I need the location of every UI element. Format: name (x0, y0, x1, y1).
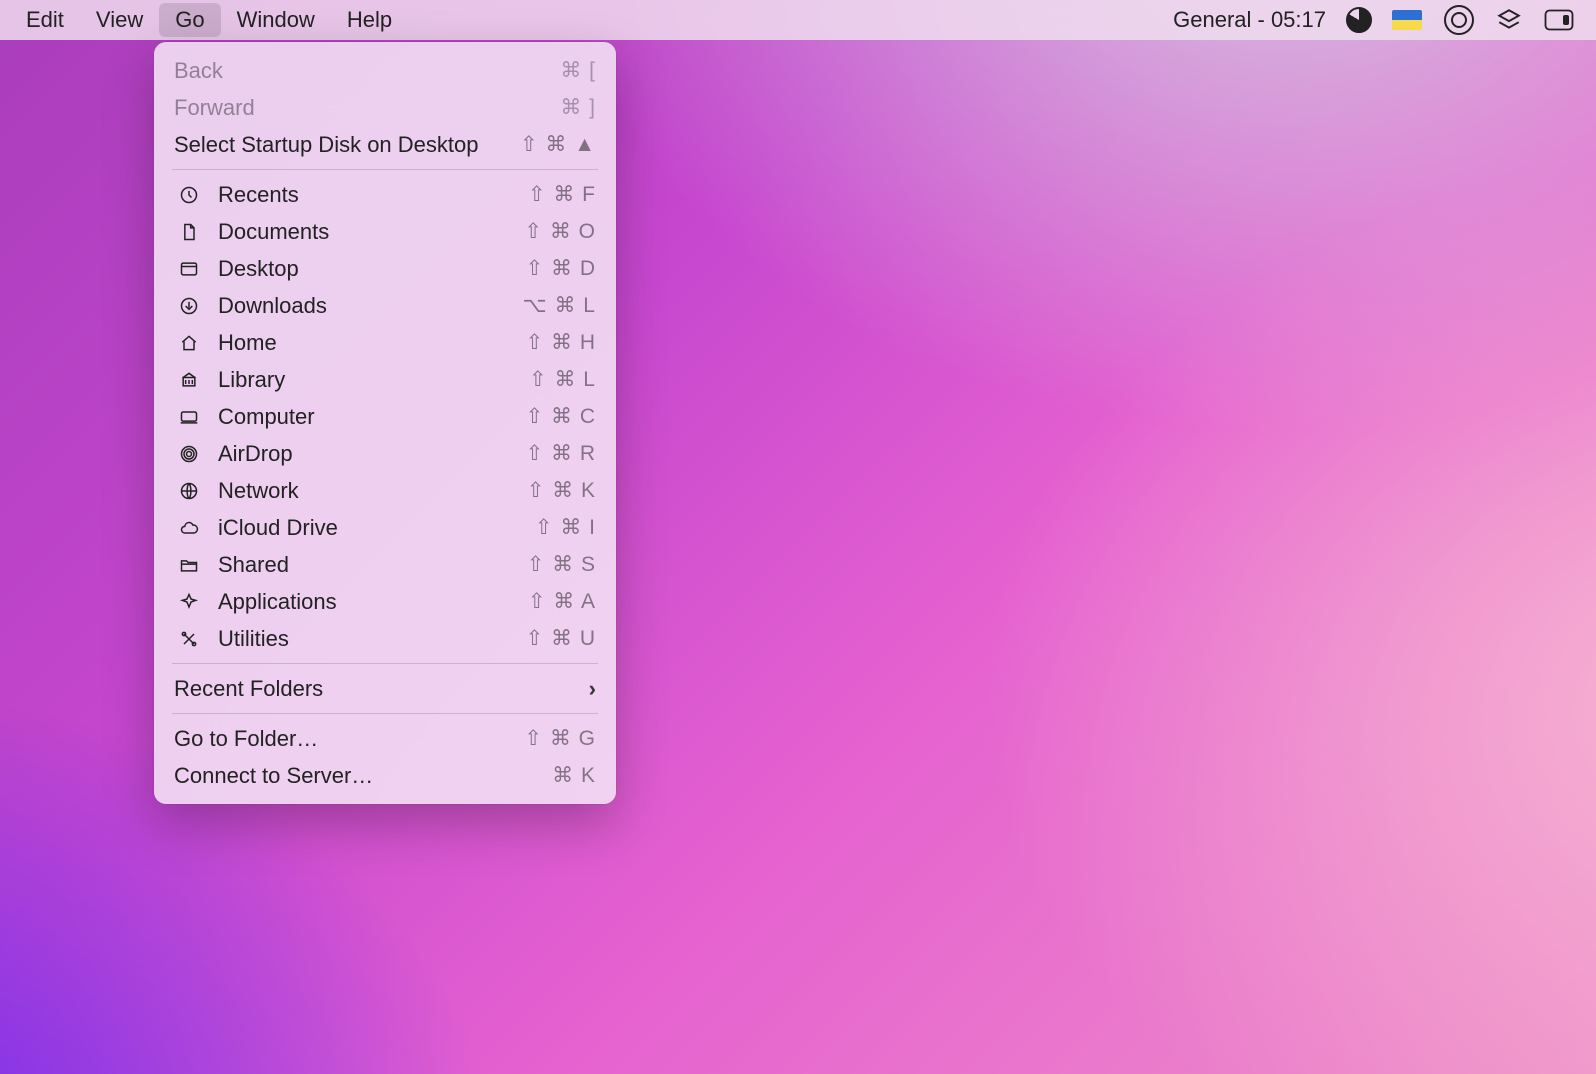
menu-item-network[interactable]: Network ⇧ ⌘ K (154, 472, 616, 509)
menu-item-connect-server[interactable]: Connect to Server… ⌘ K (154, 757, 616, 794)
menu-item-label: Documents (218, 219, 329, 245)
menu-window[interactable]: Window (221, 3, 331, 37)
menu-item-shortcut: ⇧ ⌘ I (535, 515, 596, 540)
menu-item-select-startup[interactable]: Select Startup Disk on Desktop ⇧ ⌘ ▲ (154, 126, 616, 163)
clock-icon (174, 185, 204, 205)
menu-item-label: Computer (218, 404, 315, 430)
menu-item-shortcut: ⇧ ⌘ H (526, 330, 596, 355)
menu-separator (172, 663, 598, 664)
menu-item-shortcut: ⇧ ⌘ K (527, 478, 596, 503)
menu-go[interactable]: Go (159, 3, 220, 37)
menu-item-shortcut: ⇧ ⌘ U (526, 626, 596, 651)
control-center-icon[interactable] (1544, 9, 1574, 31)
menu-item-label: Back (174, 58, 223, 84)
menu-item-airdrop[interactable]: AirDrop ⇧ ⌘ R (154, 435, 616, 472)
menu-item-label: Library (218, 367, 285, 393)
menu-item-shortcut: ⇧ ⌘ C (526, 404, 596, 429)
applications-icon (174, 592, 204, 612)
chevron-right-icon: › (589, 676, 596, 702)
menu-item-shortcut: ⇧ ⌘ L (529, 367, 596, 392)
screen-record-icon[interactable] (1444, 5, 1474, 35)
menu-item-label: Select Startup Disk on Desktop (174, 132, 478, 158)
network-icon (174, 481, 204, 501)
menu-item-shortcut: ⌘ [ (560, 58, 596, 83)
menu-item-label: iCloud Drive (218, 515, 338, 541)
menu-separator (172, 169, 598, 170)
menu-item-go-to-folder[interactable]: Go to Folder… ⇧ ⌘ G (154, 720, 616, 757)
menu-item-shortcut: ⇧ ⌘ F (528, 182, 596, 207)
menu-item-shortcut: ⇧ ⌘ D (526, 256, 596, 281)
menubar-right-group: General - 05:17 (1173, 5, 1586, 35)
menu-item-label: Shared (218, 552, 289, 578)
menu-item-shortcut: ⇧ ⌘ R (526, 441, 596, 466)
menu-item-recents[interactable]: Recents ⇧ ⌘ F (154, 176, 616, 213)
desktop-icon (174, 259, 204, 279)
menu-item-shortcut: ⌘ K (552, 763, 596, 788)
menu-item-label: Recents (218, 182, 299, 208)
stack-icon[interactable] (1496, 7, 1522, 33)
menu-item-utilities[interactable]: Utilities ⇧ ⌘ U (154, 620, 616, 657)
menu-item-icloud[interactable]: iCloud Drive ⇧ ⌘ I (154, 509, 616, 546)
menu-item-label: Go to Folder… (174, 726, 318, 752)
home-icon (174, 333, 204, 353)
menu-item-shared[interactable]: Shared ⇧ ⌘ S (154, 546, 616, 583)
menu-item-label: AirDrop (218, 441, 293, 467)
menu-item-shortcut: ⇧ ⌘ S (527, 552, 596, 577)
menu-item-label: Connect to Server… (174, 763, 373, 789)
menu-item-label: Utilities (218, 626, 289, 652)
menu-view[interactable]: View (80, 3, 159, 37)
go-menu-dropdown: Back ⌘ [ Forward ⌘ ] Select Startup Disk… (154, 42, 616, 804)
library-icon (174, 370, 204, 390)
menu-help[interactable]: Help (331, 3, 408, 37)
menubar: Edit View Go Window Help General - 05:17 (0, 0, 1596, 40)
menu-item-forward: Forward ⌘ ] (154, 89, 616, 126)
menu-item-back: Back ⌘ [ (154, 52, 616, 89)
utilities-icon (174, 629, 204, 649)
menu-item-library[interactable]: Library ⇧ ⌘ L (154, 361, 616, 398)
menu-edit[interactable]: Edit (10, 3, 80, 37)
menu-item-shortcut: ⌘ ] (560, 95, 596, 120)
timer-pie-icon[interactable] (1346, 7, 1372, 33)
status-text[interactable]: General - 05:17 (1173, 7, 1326, 33)
menu-item-label: Desktop (218, 256, 299, 282)
menu-item-home[interactable]: Home ⇧ ⌘ H (154, 324, 616, 361)
menu-item-shortcut: ⇧ ⌘ ▲ (520, 132, 596, 157)
menu-item-shortcut: ⇧ ⌘ G (524, 726, 596, 751)
menu-item-documents[interactable]: Documents ⇧ ⌘ O (154, 213, 616, 250)
menu-item-label: Applications (218, 589, 337, 615)
flag-icon[interactable] (1392, 10, 1422, 30)
menu-item-downloads[interactable]: Downloads ⌥ ⌘ L (154, 287, 616, 324)
menu-item-shortcut: ⇧ ⌘ O (524, 219, 596, 244)
download-icon (174, 296, 204, 316)
shared-folder-icon (174, 555, 204, 575)
menu-separator (172, 713, 598, 714)
menubar-left-group: Edit View Go Window Help (10, 3, 408, 37)
menu-item-label: Downloads (218, 293, 327, 319)
menu-item-computer[interactable]: Computer ⇧ ⌘ C (154, 398, 616, 435)
menu-item-shortcut: ⌥ ⌘ L (522, 293, 596, 318)
computer-icon (174, 407, 204, 427)
airdrop-icon (174, 444, 204, 464)
menu-item-label: Network (218, 478, 299, 504)
menu-item-label: Home (218, 330, 277, 356)
document-icon (174, 222, 204, 242)
menu-item-label: Forward (174, 95, 255, 121)
menu-item-recent-folders[interactable]: Recent Folders › (154, 670, 616, 707)
cloud-icon (174, 518, 204, 538)
status-icons-group (1392, 5, 1574, 35)
menu-item-shortcut: ⇧ ⌘ A (528, 589, 596, 614)
menu-item-applications[interactable]: Applications ⇧ ⌘ A (154, 583, 616, 620)
menu-item-label: Recent Folders (174, 676, 323, 702)
menu-item-desktop[interactable]: Desktop ⇧ ⌘ D (154, 250, 616, 287)
